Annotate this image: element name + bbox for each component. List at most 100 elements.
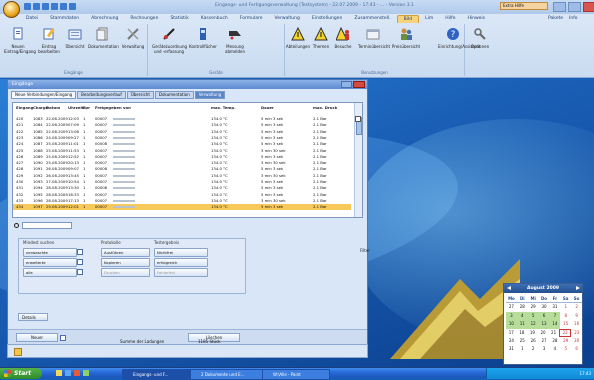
browser-icon[interactable]: [65, 370, 71, 376]
result-fehlerfrei-button[interactable]: Fehlerfrei: [154, 268, 208, 277]
dialog-help-button[interactable]: [341, 81, 352, 88]
tab-bearbeitungsverlauf[interactable]: Bearbeitungsverlauf: [77, 91, 126, 99]
media-icon[interactable]: [74, 370, 80, 376]
table-row[interactable]: 422 1085 22.08.2009 13:08 1 00007 134.0 °C 5 mi…: [13, 129, 351, 135]
calendar-day[interactable]: 23: [571, 329, 582, 337]
calendar-day[interactable]: 20: [538, 329, 549, 337]
calendar-day[interactable]: 4: [516, 311, 528, 321]
table-row[interactable]: 428 1091 26.08.2009 09:07 1 00008 134.0 °C 5 mi…: [13, 166, 351, 172]
calendar-prev-icon[interactable]: [507, 286, 511, 290]
calendar-day[interactable]: 4: [549, 345, 560, 353]
table-row[interactable]: 425 1088 25.08.2009 11:53 1 00007 134.0 °C 3 mi…: [13, 148, 351, 154]
result-erfolgreich-button[interactable]: erfolgreich: [154, 258, 208, 267]
ribbon-tab[interactable]: Lim: [419, 15, 439, 23]
calendar-day[interactable]: 15: [560, 320, 571, 328]
new-entry-bottom-button[interactable]: Neuer: [16, 333, 58, 342]
tools-button[interactable]: Verwaltung: [120, 27, 146, 49]
taskbar-item-app[interactable]: Eingangs- und F...: [122, 369, 194, 380]
calendar-day[interactable]: 12: [527, 320, 539, 329]
visits-button[interactable]: Besuche: [332, 26, 354, 49]
calendar-day[interactable]: 9: [571, 312, 582, 320]
filter-erweiterte-button[interactable]: erweiterte: [23, 258, 77, 267]
protocol-print-button[interactable]: Drucken: [101, 268, 150, 277]
table-row[interactable]: 424 1087 25.08.2009 11:01 1 00008 134.0 °C 5 mi…: [13, 141, 351, 147]
price-overview-button[interactable]: Preisübersicht: [390, 27, 422, 49]
calendar-day[interactable]: 28: [517, 303, 528, 311]
calendar-day[interactable]: 11: [516, 320, 528, 329]
table-row[interactable]: 434 1097 29.08.2009 12:01 1 00007 134.0 °C 5 mi…: [13, 204, 351, 211]
redo-icon[interactable]: [42, 3, 49, 10]
list-filter-toggle[interactable]: [355, 116, 361, 122]
calendar-day[interactable]: 5: [560, 345, 571, 353]
filter-erweiterte-checkbox[interactable]: [77, 259, 83, 265]
print-icon[interactable]: [51, 3, 58, 10]
table-row[interactable]: 426 1089 25.08.2009 12:52 1 00007 134.0 °C 5 mi…: [13, 154, 351, 160]
calendar-day[interactable]: 2: [528, 345, 539, 353]
result-nichtfrei-button[interactable]: Nichtfrei: [154, 248, 208, 257]
schedule-button[interactable]: Terminübersicht: [358, 27, 390, 49]
table-row[interactable]: 421 1084 22.08.2009 07:09 1 00007 134.0 °C 5 mi…: [13, 122, 351, 128]
ribbon-tab[interactable]: Abrechnung: [85, 15, 124, 23]
start-button[interactable]: Start: [0, 368, 42, 379]
ribbon-tab[interactable]: Hilfe: [439, 15, 461, 23]
undo-icon[interactable]: [33, 3, 40, 10]
calendar-day[interactable]: 27: [506, 303, 517, 311]
entries-list[interactable]: Eingang Charge Datum Uhrzeit Bzr Freigegeben …: [12, 102, 363, 218]
ribbon-tab[interactable]: Datei: [20, 15, 44, 23]
calendar-day[interactable]: 27: [539, 337, 550, 345]
calendar-day[interactable]: 8: [560, 312, 571, 320]
column-header[interactable]: max. Temp.: [211, 105, 236, 111]
documentation-button[interactable]: Dokumentation: [88, 27, 119, 49]
calendar-day[interactable]: 3: [539, 345, 550, 353]
save-icon[interactable]: [24, 3, 31, 10]
mail-icon[interactable]: [60, 3, 67, 10]
tab-dokumentation[interactable]: Dokumentation: [154, 91, 194, 99]
calendar-day[interactable]: 18: [517, 329, 528, 337]
control-button[interactable]: Kontrollfächer: [188, 27, 218, 49]
column-header[interactable]: Freigegeben von: [95, 105, 131, 111]
dialog-close-button[interactable]: [353, 81, 365, 88]
options-button[interactable]: Optionen: [468, 27, 492, 49]
calendar-day[interactable]: 31: [506, 345, 517, 353]
link-pakete[interactable]: Pakete: [548, 16, 563, 21]
ribbon-tab[interactable]: Kassenbuch: [195, 15, 234, 23]
calendar-day[interactable]: 10: [506, 320, 517, 329]
application-menu-button[interactable]: [3, 1, 20, 18]
calendar-day[interactable]: 6: [538, 311, 550, 321]
calendar-day[interactable]: 21: [548, 329, 559, 337]
table-row[interactable]: 433 1096 28.08.2009 17:13 1 00007 134.0 °C 3 mi…: [13, 198, 351, 204]
help-search-box[interactable]: Extra Hilfe: [500, 2, 548, 10]
ribbon-tab[interactable]: Hinweis: [461, 15, 491, 23]
ribbon-tab[interactable]: Einstellungen: [306, 15, 349, 23]
calendar-day[interactable]: 2: [571, 303, 582, 311]
column-header[interactable]: Eingang: [16, 105, 33, 111]
calendar-day[interactable]: 19: [527, 329, 538, 337]
ribbon-tab[interactable]: Formulare: [234, 15, 269, 23]
calendar-day[interactable]: 13: [538, 320, 550, 329]
calendar-day[interactable]: 28: [549, 337, 560, 345]
ribbon-tab[interactable]: Verwaltung: [269, 15, 306, 23]
ribbon-tab[interactable]: Statistik: [164, 15, 194, 23]
calendar-day[interactable]: 5: [527, 311, 539, 321]
calendar-day[interactable]: 6: [571, 345, 582, 353]
taskbar-item-paint[interactable]: W:\Alle - Paint: [262, 369, 330, 380]
taskbar-item-documents[interactable]: 2 Dokumente und E...: [190, 369, 268, 380]
filter-verwaschte-button[interactable]: verwaschte: [23, 248, 77, 257]
search-input[interactable]: [22, 222, 72, 229]
calendar-day[interactable]: 16: [571, 320, 582, 328]
calendar-day[interactable]: 24: [506, 337, 517, 345]
tab-uebersicht[interactable]: Übersicht: [126, 91, 154, 99]
tab-verwaltung[interactable]: Verwaltung: [194, 91, 226, 99]
calendar-day[interactable]: 17: [506, 329, 517, 337]
table-row[interactable]: 429 1092 26.08.2009 13:45 1 00007 134.0 °C 3 mi…: [13, 173, 351, 179]
close-button[interactable]: [583, 2, 594, 12]
explorer-icon[interactable]: [56, 370, 62, 376]
column-header[interactable]: Bzr: [83, 105, 90, 111]
filter-verwaschte-checkbox[interactable]: [77, 249, 83, 255]
calendar-day[interactable]: 3: [506, 311, 517, 321]
calendar-day[interactable]: 14: [549, 320, 561, 329]
calendar-day[interactable]: 29: [528, 303, 539, 311]
column-header[interactable]: max. Druck: [313, 105, 337, 111]
calendar-day[interactable]: 22: [558, 328, 572, 337]
ribbon-tab[interactable]: Stammdaten: [44, 15, 85, 23]
